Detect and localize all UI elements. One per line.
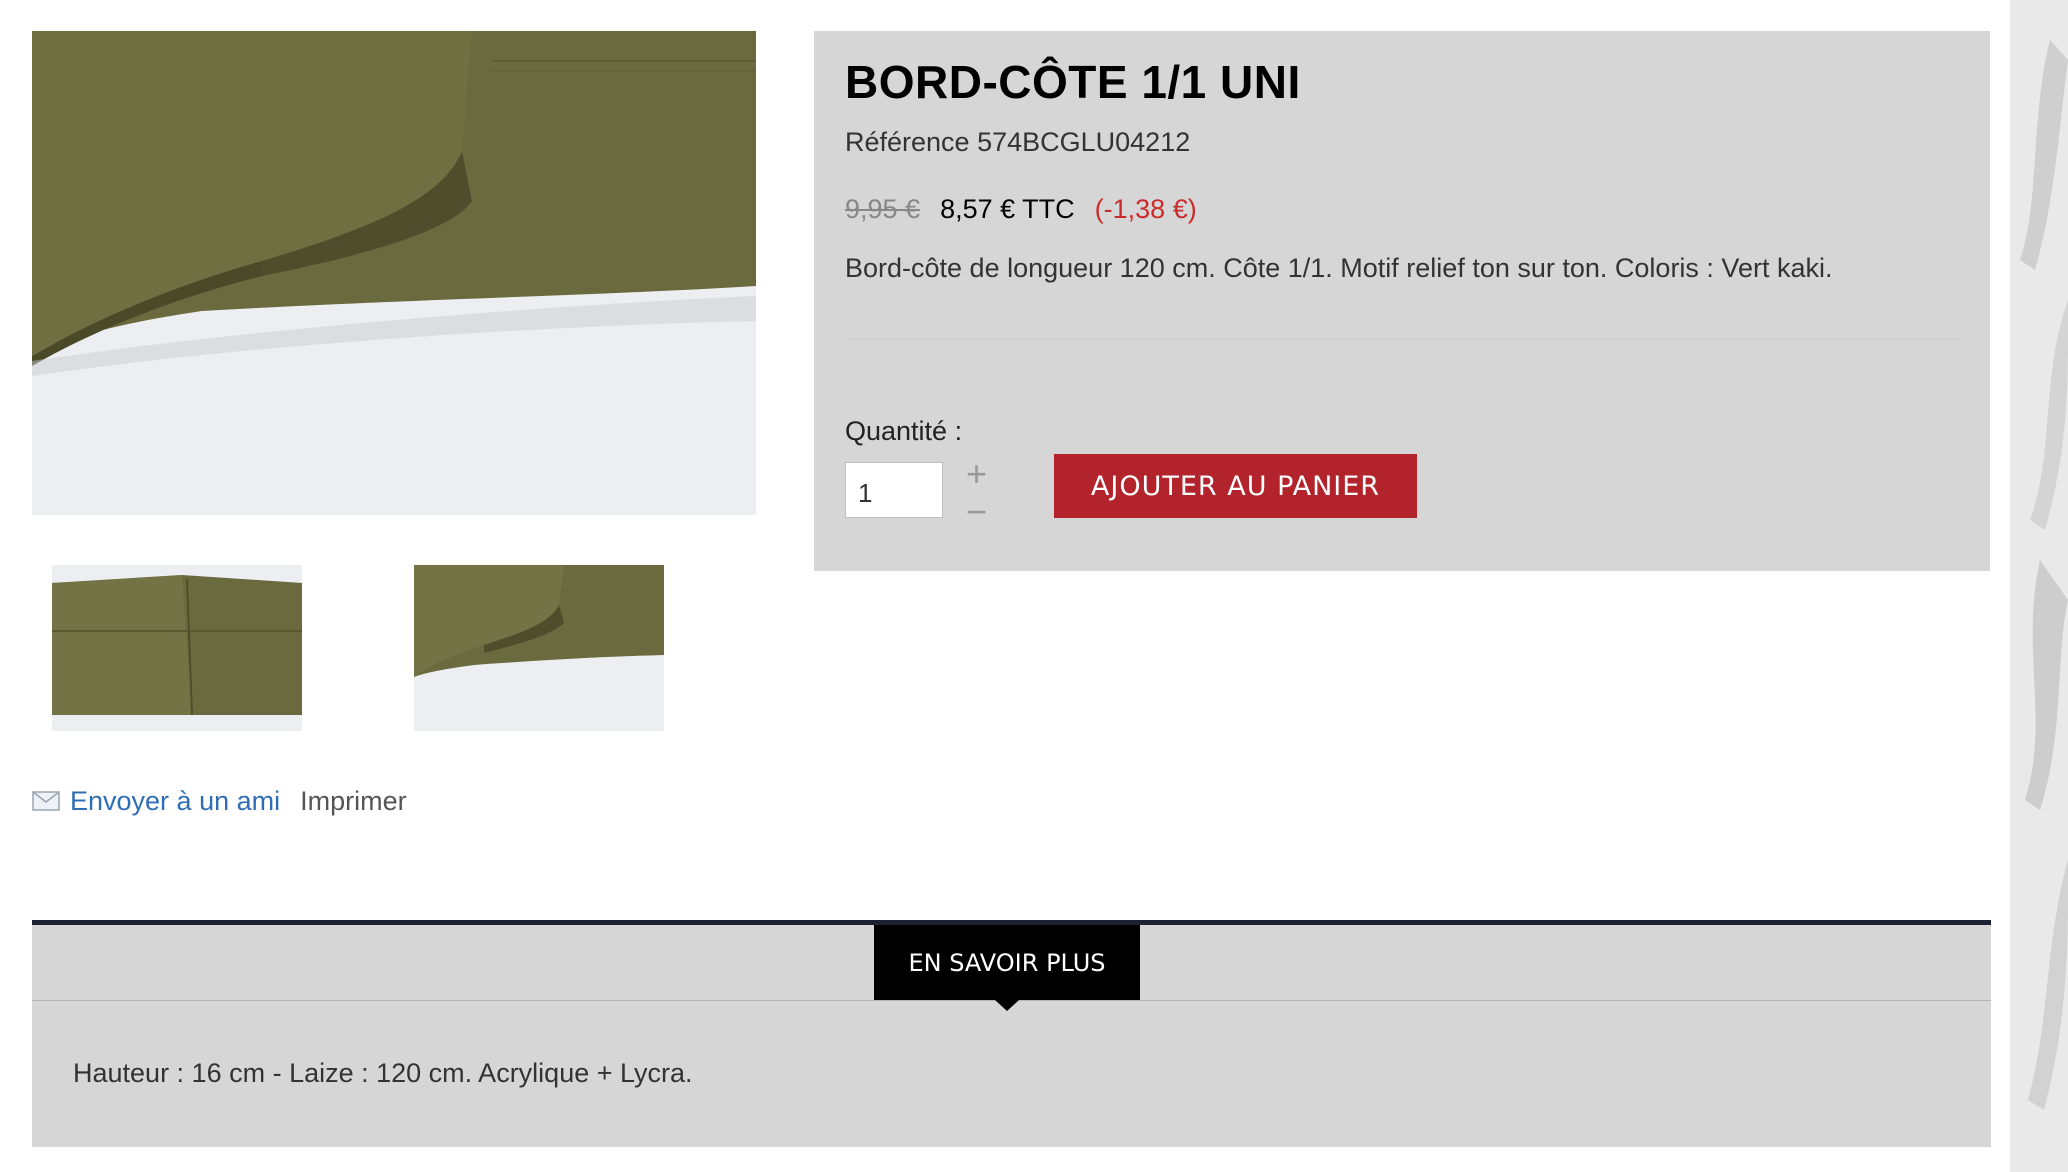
envelope-icon xyxy=(32,791,60,811)
more-info-section: EN SAVOIR PLUS Hauteur : 16 cm - Laize :… xyxy=(32,920,1991,1147)
product-main-image[interactable] xyxy=(32,31,756,515)
product-thumbnail-1[interactable] xyxy=(52,565,302,731)
quantity-decrease-button[interactable]: − xyxy=(966,494,987,530)
quantity-input[interactable] xyxy=(845,462,943,518)
more-info-text: Hauteur : 16 cm - Laize : 120 cm. Acryli… xyxy=(73,1058,693,1088)
price-row: 9,95 € 8,57 € TTC (-1,38 €) xyxy=(845,194,1197,225)
print-link[interactable]: Imprimer xyxy=(300,786,407,817)
product-actions: Envoyer à un ami Imprimer xyxy=(32,784,407,818)
tab-pointer xyxy=(995,1000,1019,1011)
add-to-cart-button[interactable]: AJOUTER AU PANIER xyxy=(1054,454,1417,518)
decorative-side-pattern xyxy=(2010,0,2068,1172)
tab-more-info[interactable]: EN SAVOIR PLUS xyxy=(874,925,1140,1000)
send-to-friend-link[interactable]: Envoyer à un ami xyxy=(70,786,280,817)
current-price: 8,57 € TTC xyxy=(940,194,1075,224)
divider xyxy=(845,339,1960,340)
product-info-panel: BORD-CÔTE 1/1 UNI Référence 574BCGLU0421… xyxy=(814,31,1990,571)
tab-bar: EN SAVOIR PLUS xyxy=(32,925,1991,1011)
product-reference: Référence 574BCGLU04212 xyxy=(845,127,1191,157)
quantity-label: Quantité : xyxy=(845,416,963,446)
product-description: Bord-côte de longueur 120 cm. Côte 1/1. … xyxy=(845,253,1833,283)
product-thumbnail-2[interactable] xyxy=(414,565,664,731)
old-price: 9,95 € xyxy=(845,194,921,224)
quantity-increase-button[interactable]: + xyxy=(966,456,987,492)
product-title: BORD-CÔTE 1/1 UNI xyxy=(845,56,1301,108)
discount-amount: (-1,38 €) xyxy=(1094,194,1197,224)
